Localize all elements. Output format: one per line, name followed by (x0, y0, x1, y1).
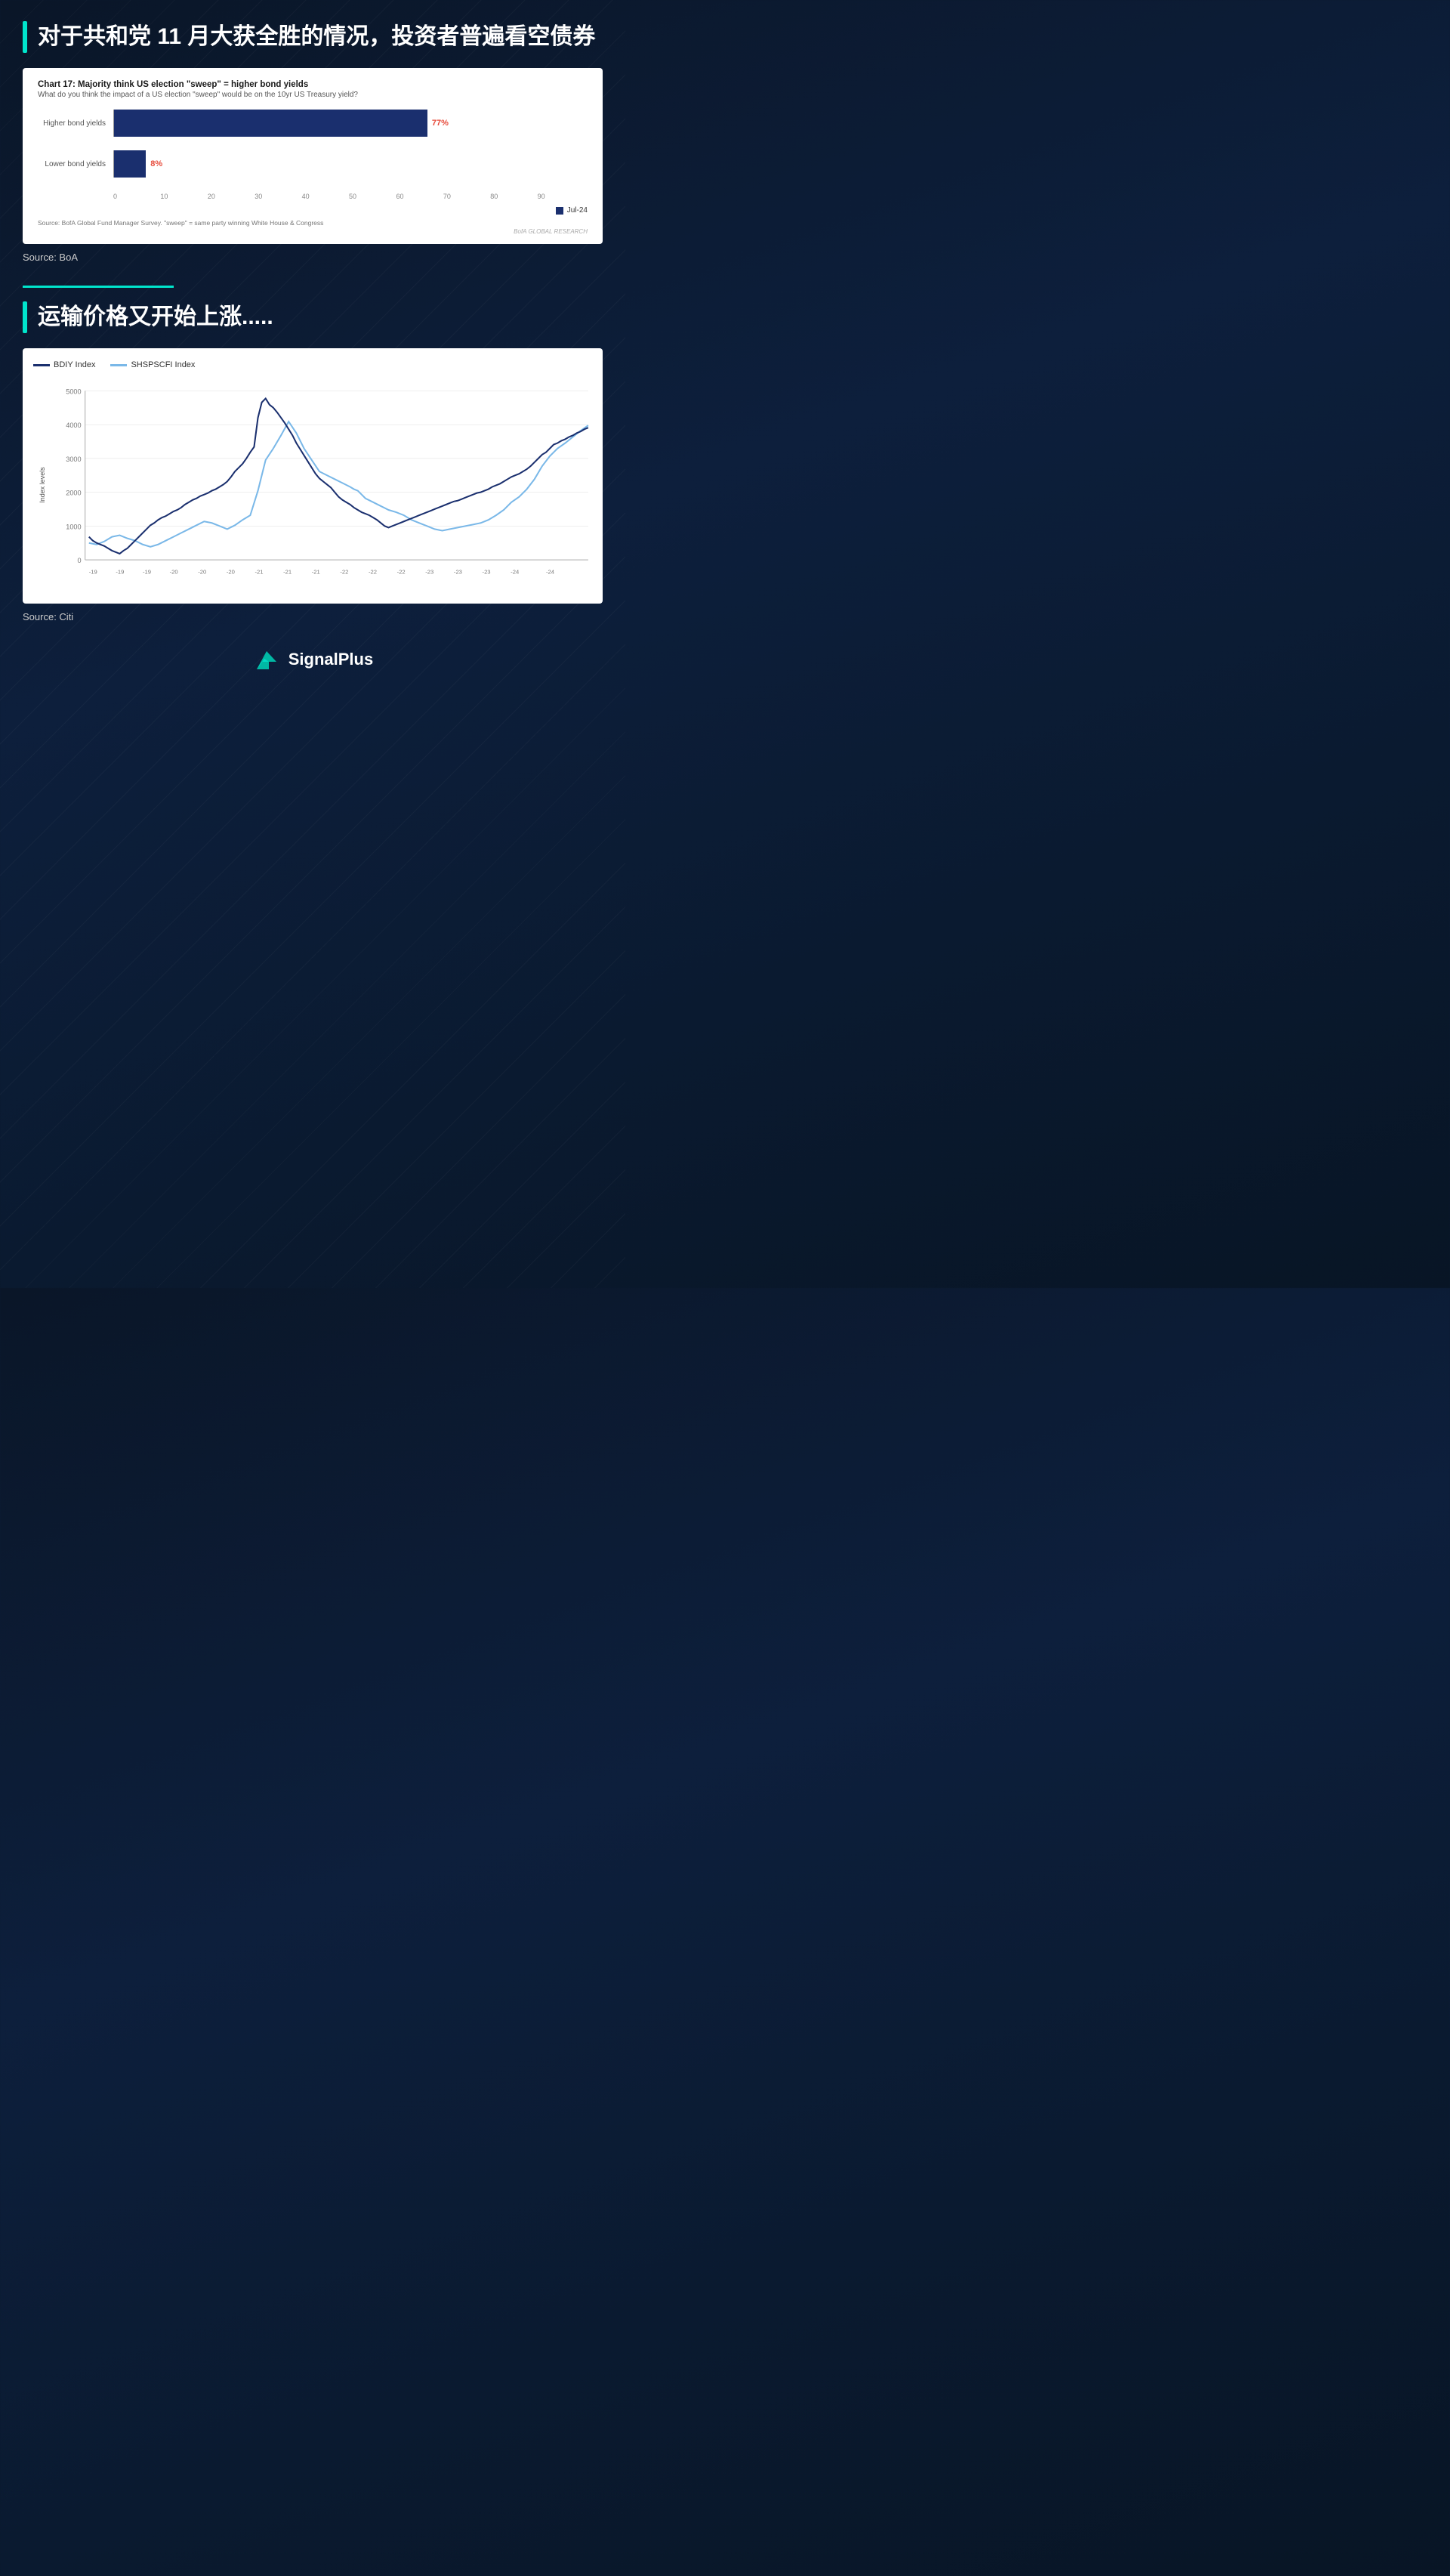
y-axis-label: Index levels (39, 467, 46, 503)
legend-dot (556, 207, 563, 215)
x-tick-60: 60 (396, 193, 443, 200)
svg-text:-20: -20 (227, 568, 235, 575)
chart2-svg-container: 5000 4000 3000 2000 1000 0 -19 -19 -19 -… (54, 375, 592, 595)
svg-text:4000: 4000 (66, 422, 81, 429)
bar-fill-lower (113, 150, 146, 178)
svg-text:-22: -22 (369, 568, 377, 575)
svg-text:-23: -23 (425, 568, 433, 575)
signalplus-logo (252, 645, 281, 674)
x-tick-50: 50 (349, 193, 396, 200)
chart-card-2: BDIY Index SHSPSCFI Index Index levels (23, 348, 603, 604)
bar-row-higher: Higher bond yields 77% (38, 110, 588, 137)
chart1-branding: BofA GLOBAL RESEARCH (38, 228, 588, 235)
x-tick-0: 0 (113, 193, 160, 200)
svg-text:-20: -20 (198, 568, 206, 575)
section2-title-block: 运输价格又开始上涨..... (23, 301, 603, 333)
legend-label: Jul-24 (567, 206, 588, 215)
chart2-area: Index levels 5000 4000 3000 2000 1000 (33, 375, 592, 595)
chart-card-1: Chart 17: Majority think US election "sw… (23, 68, 603, 244)
chart1-title: Chart 17: Majority think US election "sw… (38, 80, 588, 89)
x-tick-20: 20 (208, 193, 255, 200)
svg-text:-21: -21 (255, 568, 263, 575)
svg-text:-24: -24 (546, 568, 555, 575)
svg-text:-22: -22 (340, 568, 348, 575)
svg-text:3000: 3000 (66, 456, 81, 463)
bar-row-lower: Lower bond yields 8% (38, 150, 588, 178)
svg-text:0: 0 (78, 557, 82, 564)
bar-value-higher: 77% (432, 119, 449, 128)
svg-text:1000: 1000 (66, 523, 81, 530)
svg-text:-21: -21 (312, 568, 320, 575)
legend-shsp-label: SHSPSCFI Index (131, 360, 195, 369)
axis-line-2 (113, 150, 114, 178)
x-tick-10: 10 (160, 193, 207, 200)
page-container: 对于共和党 11 月大获全胜的情况，投资者普遍看空债券 Chart 17: Ma… (0, 0, 625, 704)
bar-container-higher: 77% (113, 110, 588, 137)
chart1-legend: Jul-24 (38, 206, 588, 215)
footer-brand-name: SignalPlus (288, 650, 373, 669)
svg-text:-23: -23 (454, 568, 462, 575)
svg-text:5000: 5000 (66, 388, 81, 395)
source-caption-2: Source: Citi (23, 611, 603, 622)
bar-container-lower: 8% (113, 150, 588, 178)
bar-label-lower: Lower bond yields (38, 160, 113, 168)
legend-bdiy-line (33, 364, 50, 366)
y-axis-label-container: Index levels (33, 375, 51, 595)
bar-value-lower: 8% (150, 159, 162, 168)
svg-text:-21: -21 (283, 568, 292, 575)
section2-title: 运输价格又开始上涨..... (38, 301, 273, 333)
x-tick-40: 40 (302, 193, 349, 200)
svg-text:-23: -23 (483, 568, 491, 575)
x-tick-80: 80 (490, 193, 537, 200)
svg-text:-24: -24 (511, 568, 520, 575)
axis-line (113, 110, 114, 137)
bdiy-line (89, 399, 588, 554)
footer: SignalPlus (23, 645, 603, 674)
legend-bdiy-label: BDIY Index (54, 360, 95, 369)
title-accent-bar-2 (23, 301, 27, 333)
title-accent-bar (23, 21, 27, 53)
x-tick-70: 70 (443, 193, 490, 200)
svg-text:-20: -20 (170, 568, 178, 575)
teal-divider (23, 286, 174, 288)
svg-text:-19: -19 (89, 568, 97, 575)
svg-text:-22: -22 (397, 568, 406, 575)
legend-bdiy: BDIY Index (33, 360, 95, 369)
chart1-subtitle: What do you think the impact of a US ele… (38, 91, 588, 99)
source-caption-1: Source: BoA (23, 252, 603, 263)
svg-text:-19: -19 (143, 568, 151, 575)
x-axis: 0 10 20 30 40 50 60 70 80 90 (38, 193, 588, 200)
svg-text:-19: -19 (116, 568, 124, 575)
chart1-source: Source: BofA Global Fund Manager Survey.… (38, 219, 588, 227)
x-tick-90: 90 (538, 193, 585, 200)
section1-title: 对于共和党 11 月大获全胜的情况，投资者普遍看空债券 (38, 21, 595, 53)
bar-fill-higher (113, 110, 427, 137)
legend-shsp: SHSPSCFI Index (110, 360, 195, 369)
chart2-legend: BDIY Index SHSPSCFI Index (33, 360, 592, 369)
bar-label-higher: Higher bond yields (38, 119, 113, 128)
shspscfi-line (89, 422, 588, 547)
svg-text:2000: 2000 (66, 490, 81, 497)
chart2-svg: 5000 4000 3000 2000 1000 0 -19 -19 -19 -… (54, 375, 592, 591)
section1-title-block: 对于共和党 11 月大获全胜的情况，投资者普遍看空债券 (23, 21, 603, 53)
legend-shsp-line (110, 364, 127, 366)
x-tick-30: 30 (255, 193, 301, 200)
